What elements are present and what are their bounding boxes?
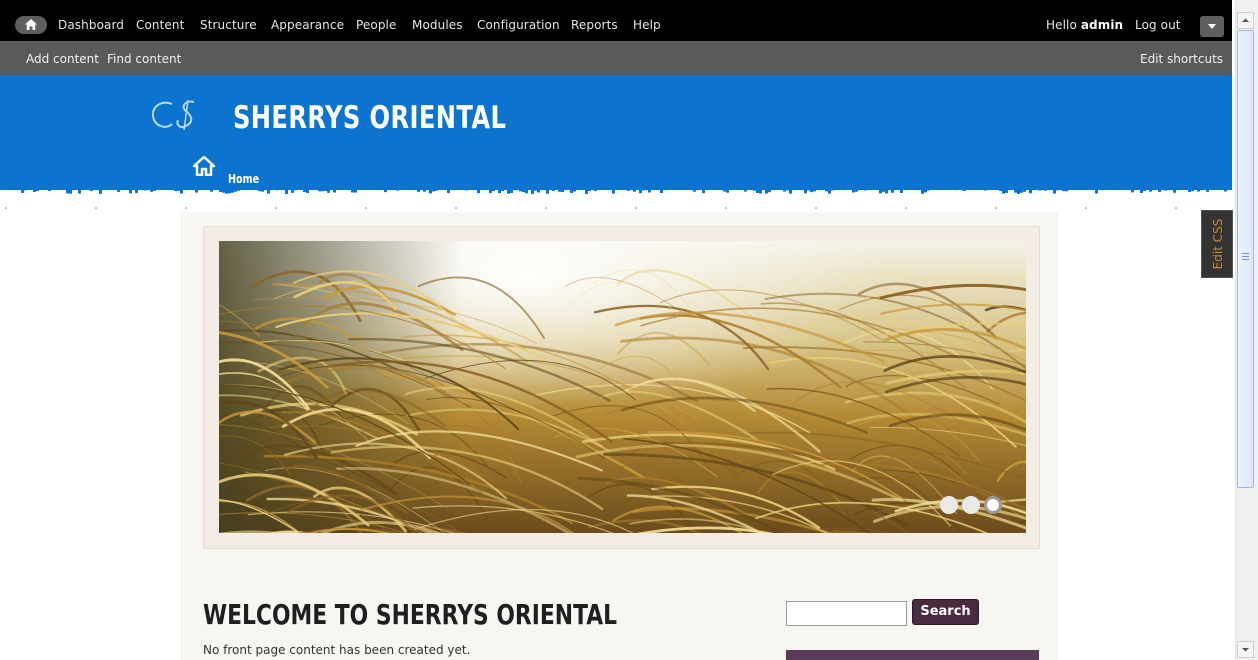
site-logo[interactable] [150, 98, 206, 136]
scroll-down-button[interactable] [1237, 641, 1254, 658]
edit-shortcuts-link[interactable]: Edit shortcuts [1140, 52, 1223, 66]
toolbar-appearance[interactable]: Appearance [271, 18, 344, 32]
search-button[interactable]: Search [912, 599, 979, 625]
chevron-up-icon [1242, 18, 1249, 22]
slide-pager-3[interactable] [984, 496, 1002, 514]
greeting-prefix: Hello [1046, 18, 1077, 32]
slide-pager-2[interactable] [962, 496, 980, 514]
home-nav-icon [192, 155, 216, 180]
edit-css-label: Edit CSS [1211, 218, 1225, 270]
shortcut-add-content[interactable]: Add content [26, 52, 99, 66]
home-icon [25, 19, 37, 30]
search-input[interactable] [786, 601, 907, 626]
shortcuts-toggle-button[interactable] [1200, 16, 1224, 37]
site-name[interactable]: SHERRYS ORIENTAL [233, 100, 506, 136]
shortcut-find-content[interactable]: Find content [107, 52, 181, 66]
logout-link[interactable]: Log out [1135, 18, 1181, 32]
front-page-message: No front page content has been created y… [203, 643, 471, 657]
toolbar-dashboard[interactable]: Dashboard [58, 18, 124, 32]
slide-pager-1[interactable] [940, 496, 958, 514]
scrollbar-grip-icon [1242, 253, 1249, 260]
decorative-dot-row [5, 207, 1177, 209]
username-link[interactable]: admin [1081, 18, 1123, 32]
chevron-down-icon [1242, 648, 1249, 652]
logo-icon [151, 99, 195, 131]
toolbar-people[interactable]: People [356, 18, 396, 32]
toolbar-structure[interactable]: Structure [200, 18, 257, 32]
edit-css-tab[interactable]: Edit CSS [1201, 210, 1233, 278]
toolbar-home-button[interactable] [15, 16, 47, 34]
toolbar-configuration[interactable]: Configuration [477, 18, 560, 32]
slideshow-image[interactable] [219, 241, 1026, 533]
sidebar-block [786, 650, 1039, 660]
page-title: WELCOME TO SHERRYS ORIENTAL [203, 598, 618, 631]
toolbar-help[interactable]: Help [633, 18, 661, 32]
chevron-down-icon [1208, 24, 1216, 29]
wheat-field-image [219, 241, 1026, 533]
greeting: Hello admin [1046, 18, 1123, 32]
header-decorative-fringe [0, 183, 1232, 194]
toolbar-modules[interactable]: Modules [412, 18, 463, 32]
shortcut-bar [0, 41, 1232, 75]
toolbar-reports[interactable]: Reports [571, 18, 618, 32]
scroll-up-button[interactable] [1237, 12, 1254, 29]
toolbar-content[interactable]: Content [136, 18, 184, 32]
